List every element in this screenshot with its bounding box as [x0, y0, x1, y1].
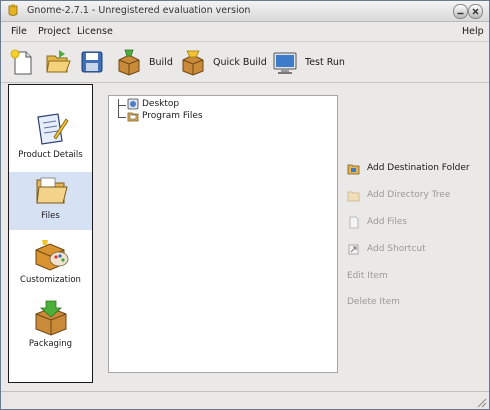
menu-bar: File Project License Help	[1, 22, 489, 41]
save-project-button[interactable]	[79, 47, 105, 77]
tree-node-program-files[interactable]: Program Files	[127, 110, 203, 122]
open-folder-icon	[46, 50, 71, 73]
delete-item-label: Delete Item	[347, 297, 400, 307]
category-panel: Product Details Files Customization Pack…	[8, 84, 93, 383]
directory-tree-icon	[347, 191, 360, 201]
add-directory-tree-label: Add Directory Tree	[367, 190, 451, 200]
tree-node-label: Program Files	[142, 111, 203, 121]
destination-tree[interactable]: Desktop Program Files	[108, 95, 338, 373]
test-run-button[interactable]: Test Run	[271, 47, 345, 77]
new-project-button[interactable]	[9, 47, 35, 77]
app-window: Gnome-2.7.1 - Unregistered evaluation ve…	[0, 0, 490, 410]
save-disk-icon	[81, 51, 103, 73]
add-shortcut-button[interactable]: Add Shortcut	[347, 242, 426, 256]
new-document-icon	[10, 49, 32, 75]
test-run-monitor-icon	[273, 52, 297, 74]
edit-item-button[interactable]: Edit Item	[347, 269, 388, 283]
build-box-icon	[118, 49, 140, 76]
product-details-icon	[36, 113, 69, 145]
files-folder-icon	[35, 177, 68, 204]
tree-connector	[118, 99, 119, 117]
menu-file[interactable]: File	[11, 26, 27, 37]
delete-item-button[interactable]: Delete Item	[347, 295, 400, 309]
status-bar	[1, 391, 489, 409]
open-project-button[interactable]	[45, 47, 71, 77]
category-label: Customization	[20, 275, 81, 285]
menu-help[interactable]: Help	[462, 26, 484, 37]
build-label: Build	[149, 56, 173, 68]
category-packaging[interactable]: Packaging	[9, 300, 92, 358]
category-customization[interactable]: Customization	[9, 236, 92, 294]
program-files-folder-icon	[127, 112, 139, 122]
add-files-label: Add Files	[367, 217, 408, 227]
add-shortcut-label: Add Shortcut	[367, 244, 426, 254]
toolbar: Build Quick Build Test Run	[1, 41, 489, 83]
add-folder-icon	[347, 164, 360, 174]
close-button[interactable]	[468, 4, 483, 19]
tree-connector	[118, 105, 126, 106]
category-label: Packaging	[28, 339, 73, 349]
test-run-label: Test Run	[305, 56, 345, 68]
packaging-icon	[35, 300, 66, 336]
quick-build-box-icon	[182, 50, 204, 76]
tree-connector	[118, 117, 126, 118]
add-destination-folder-button[interactable]: Add Destination Folder	[347, 161, 470, 175]
resize-grip-icon[interactable]	[475, 396, 487, 408]
add-files-button[interactable]: Add Files	[347, 215, 407, 229]
minimize-button[interactable]	[453, 4, 468, 19]
category-product-details[interactable]: Product Details	[9, 111, 92, 169]
add-files-icon	[349, 216, 359, 228]
tree-node-desktop[interactable]: Desktop	[127, 98, 179, 110]
customization-icon	[35, 240, 68, 271]
edit-item-label: Edit Item	[347, 271, 388, 281]
add-directory-tree-button[interactable]: Add Directory Tree	[347, 188, 450, 202]
menu-license[interactable]: License	[77, 26, 113, 37]
tree-node-label: Desktop	[142, 99, 180, 109]
quick-build-button[interactable]: Quick Build	[179, 47, 267, 77]
quick-build-label: Quick Build	[213, 56, 267, 68]
menu-project[interactable]: Project	[38, 26, 71, 37]
shortcut-icon	[348, 244, 359, 254]
window-title: Gnome-2.7.1 - Unregistered evaluation ve…	[27, 5, 251, 16]
title-bar[interactable]: Gnome-2.7.1 - Unregistered evaluation ve…	[1, 1, 489, 22]
desktop-folder-icon	[127, 98, 139, 110]
app-icon	[7, 4, 19, 17]
add-destination-folder-label: Add Destination Folder	[367, 163, 470, 173]
category-label: Files	[41, 211, 60, 221]
category-label: Product Details	[18, 150, 83, 160]
build-button[interactable]: Build	[115, 47, 173, 77]
category-files[interactable]: Files	[9, 172, 92, 230]
